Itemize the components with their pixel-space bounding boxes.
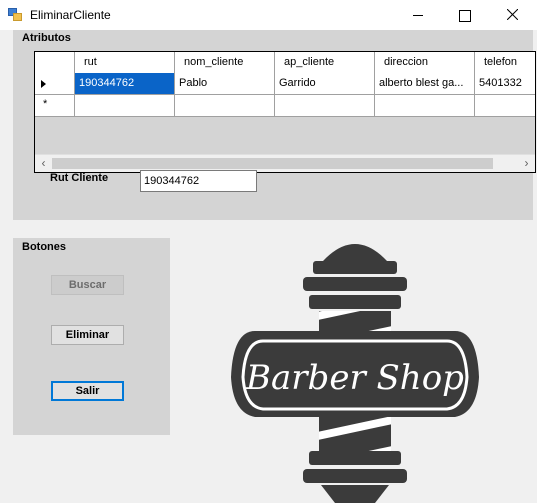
column-header-rut[interactable]: rut (75, 52, 175, 73)
grid-corner[interactable] (35, 52, 75, 73)
cell-ap-cliente[interactable]: Garrido (275, 73, 375, 94)
barber-shop-logo: Barber Shop (231, 244, 479, 503)
new-row-marker: * (43, 98, 48, 110)
new-cell[interactable] (375, 95, 475, 116)
eliminar-button[interactable]: Eliminar (51, 325, 124, 345)
new-cell[interactable] (75, 95, 175, 116)
buttons-group: Botones Buscar Eliminar Salir (13, 238, 170, 435)
cell-telefono[interactable]: 5401332 (475, 73, 535, 94)
attributes-group: Atributos rut nom_cliente ap_cliente dir… (13, 30, 536, 220)
column-header-nom-cliente[interactable]: nom_cliente (175, 52, 275, 73)
horizontal-scrollbar[interactable]: ‹ › (35, 154, 535, 172)
scroll-left-icon[interactable]: ‹ (35, 155, 52, 172)
column-header-direccion[interactable]: direccion (375, 52, 475, 73)
row-header-new[interactable]: * (35, 95, 75, 116)
logo-text: Barber Shop (245, 358, 464, 398)
cell-nom-cliente[interactable]: Pablo (175, 73, 275, 94)
new-row[interactable]: * (35, 95, 535, 117)
close-button[interactable] (487, 0, 537, 30)
window-title: EliminarCliente (30, 8, 111, 22)
cell-rut[interactable]: 190344762 (75, 73, 175, 94)
rut-cliente-label: Rut Cliente (50, 172, 109, 184)
new-cell[interactable] (175, 95, 275, 116)
grid-header: rut nom_cliente ap_cliente direccion tel… (35, 52, 535, 73)
cell-direccion[interactable]: alberto blest ga... (375, 73, 475, 94)
buscar-button[interactable]: Buscar (51, 275, 124, 295)
salir-button[interactable]: Salir (51, 381, 124, 401)
current-row-arrow-icon (41, 80, 46, 88)
new-cell[interactable] (475, 95, 535, 116)
minimize-button[interactable] (395, 0, 441, 30)
clients-grid[interactable]: rut nom_cliente ap_cliente direccion tel… (34, 51, 536, 173)
scroll-right-icon[interactable]: › (518, 155, 535, 172)
rut-cliente-input[interactable] (140, 170, 257, 192)
scroll-thumb[interactable] (52, 158, 493, 169)
title-bar: EliminarCliente (0, 0, 537, 30)
close-icon (507, 9, 518, 20)
app-icon (8, 8, 22, 21)
new-cell[interactable] (275, 95, 375, 116)
column-header-ap-cliente[interactable]: ap_cliente (275, 52, 375, 73)
buttons-group-title: Botones (22, 241, 66, 253)
column-header-telefono[interactable]: telefon (475, 52, 535, 73)
table-row[interactable]: 190344762 Pablo Garrido alberto blest ga… (35, 73, 535, 95)
maximize-button[interactable] (441, 0, 487, 30)
attributes-group-title: Atributos (22, 32, 71, 44)
row-header-current[interactable] (35, 73, 75, 94)
